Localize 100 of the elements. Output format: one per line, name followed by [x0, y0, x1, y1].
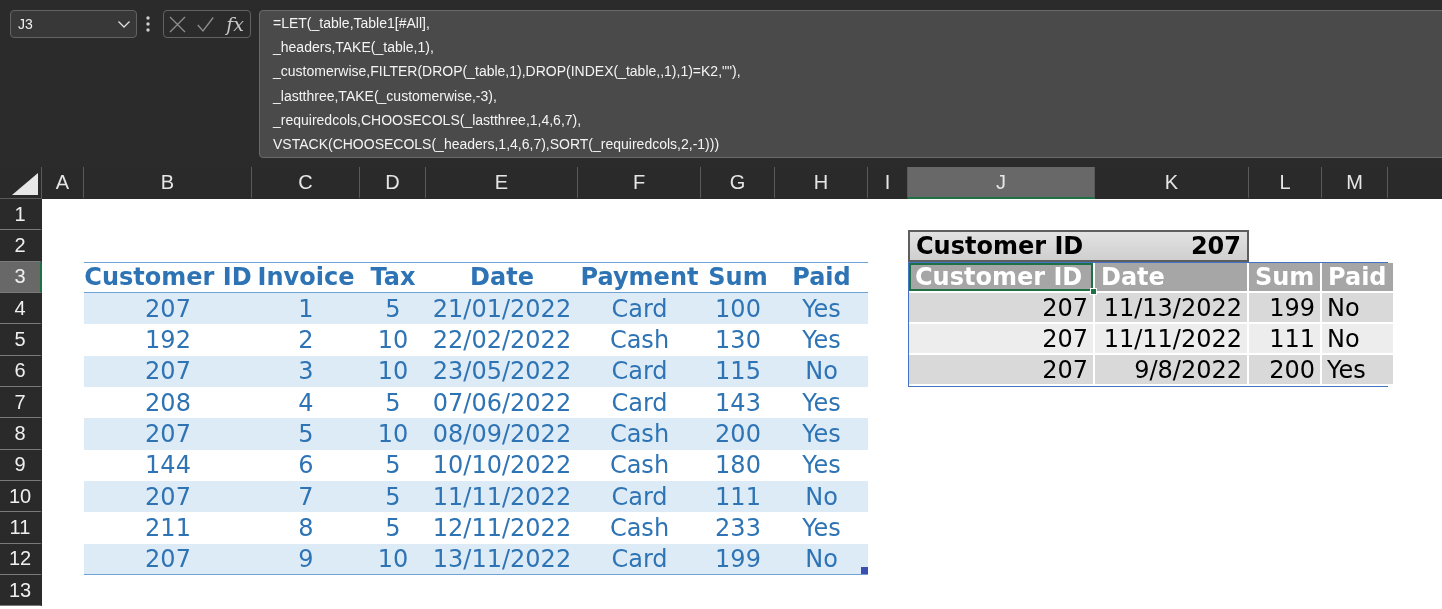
table-cell: 10	[360, 543, 426, 575]
table-header: Payment	[578, 261, 701, 293]
table-cell: 199	[1249, 293, 1322, 325]
table-cell: Yes	[1322, 355, 1395, 386]
table-cell-text: 6	[297, 450, 315, 481]
row-header[interactable]: 4	[0, 293, 42, 325]
table-cell: 207	[84, 543, 252, 575]
table-cell-text: 07/06/2022	[431, 387, 573, 419]
table-cell: No	[1322, 324, 1395, 356]
table-cell: 207	[84, 355, 252, 387]
column-header[interactable]: A	[42, 167, 84, 199]
table-cell-text: 143	[714, 387, 762, 419]
row-header[interactable]: 1	[0, 199, 42, 231]
column-header[interactable]: F	[578, 167, 701, 199]
row-header[interactable]: 2	[0, 230, 42, 262]
table-cell: Yes	[775, 418, 868, 450]
table-cell: 100	[701, 293, 775, 325]
table-cell: No	[775, 543, 868, 575]
table-cell: 10	[360, 418, 426, 450]
lookup-value: 207	[1190, 232, 1241, 260]
table-header: Customer ID	[84, 261, 252, 293]
table-cell-text: 10	[376, 324, 410, 356]
cross-icon[interactable]	[169, 15, 186, 33]
table-header: Tax	[360, 261, 426, 293]
table-cell-text: 12/11/2022	[431, 512, 573, 544]
table-cell: Card	[578, 293, 701, 325]
row-header[interactable]: 11	[0, 512, 42, 544]
table-cell-text: Cash	[608, 512, 671, 544]
table-cell-text: 5	[384, 387, 402, 419]
column-header[interactable]: C	[252, 167, 360, 199]
row-header[interactable]: 8	[0, 418, 42, 450]
table-cell: 5	[360, 293, 426, 325]
insert-function-button[interactable]: fx	[224, 14, 246, 34]
row-header[interactable]: 9	[0, 449, 42, 481]
table-cell: 1	[252, 293, 360, 325]
column-header[interactable]: D	[360, 167, 426, 199]
table-cell-text: 10/10/2022	[431, 450, 573, 481]
column-header[interactable]: J	[908, 167, 1095, 199]
table-cell: 200	[701, 418, 775, 450]
lookup-label: Customer ID	[916, 232, 1084, 260]
table-cell: 207	[909, 293, 1095, 325]
table-cell: 9/8/2022	[1095, 355, 1249, 386]
table-cell-text: Yes	[801, 324, 842, 356]
table-cell-text: 22/02/2022	[431, 324, 573, 356]
table-cell: Card	[578, 355, 701, 387]
table-cell: 207	[84, 480, 252, 513]
column-header[interactable]: E	[426, 167, 578, 199]
table-cell-text: 5	[384, 512, 402, 544]
table-cell-text: Cash	[608, 324, 671, 356]
table-cell-text: Card	[610, 387, 669, 419]
row-header[interactable]: 10	[0, 480, 42, 513]
table-cell-text: 2	[297, 324, 315, 356]
fill-handle-icon[interactable]	[1090, 288, 1097, 296]
table-cell: 111	[1249, 324, 1322, 356]
vertical-dots-icon[interactable]	[146, 16, 150, 32]
column-header[interactable]: K	[1095, 167, 1249, 199]
check-icon[interactable]	[196, 15, 214, 33]
table-cell-text: 208	[144, 387, 192, 419]
column-header[interactable]: L	[1249, 167, 1322, 199]
triangle-icon	[12, 173, 38, 195]
table-cell: Card	[578, 543, 701, 575]
table-cell: Yes	[775, 293, 868, 325]
table-header: Invoice	[252, 261, 360, 293]
table-cell: 11/11/2022	[1095, 324, 1249, 356]
column-header[interactable]: H	[775, 167, 868, 199]
table-header: Date	[426, 261, 578, 293]
formula-field[interactable]	[259, 10, 1442, 158]
row-header[interactable]: 5	[0, 324, 42, 356]
row-header[interactable]: 7	[0, 386, 42, 419]
table-cell: 199	[701, 543, 775, 575]
column-header[interactable]: G	[701, 167, 775, 199]
formula-line: =LET(_table,Table1[#All],	[273, 14, 430, 33]
formula-line: VSTACK(CHOOSECOLS(_headers,1,4,6,7),SORT(_requiredcols,2,-1)))	[273, 135, 720, 154]
table-cell: 13/11/2022	[426, 543, 578, 575]
row-header[interactable]: 6	[0, 355, 42, 387]
row-header[interactable]: 13	[0, 574, 42, 607]
table-cell-text: 192	[144, 324, 192, 356]
row-header[interactable]: 3	[0, 261, 42, 293]
column-header[interactable]: I	[868, 167, 908, 199]
row-header[interactable]: 12	[0, 543, 42, 575]
table-cell: 9	[252, 543, 360, 575]
column-header[interactable]: M	[1322, 167, 1388, 199]
chevron-down-icon[interactable]	[118, 20, 130, 28]
table-cell: No	[775, 355, 868, 387]
table-cell: 3	[252, 355, 360, 387]
table-cell-text: 130	[714, 324, 762, 356]
table-cell: 23/05/2022	[426, 355, 578, 387]
table-cell: 207	[84, 293, 252, 325]
formula-line: _lastthree,TAKE(_customerwise,-3),	[273, 86, 497, 106]
select-all-button[interactable]	[0, 167, 42, 199]
table-cell: 207	[909, 324, 1095, 356]
name-box[interactable]: J3	[10, 10, 137, 38]
resize-handle-icon[interactable]	[861, 566, 868, 574]
table-cell-text: Yes	[801, 387, 842, 419]
table-cell: 207	[909, 355, 1095, 386]
table-cell: 11/13/2022	[1095, 293, 1249, 325]
table-cell: Cash	[578, 418, 701, 450]
column-header[interactable]: B	[84, 167, 252, 199]
table-cell: 21/01/2022	[426, 293, 578, 325]
table-cell-text: Yes	[801, 512, 842, 544]
